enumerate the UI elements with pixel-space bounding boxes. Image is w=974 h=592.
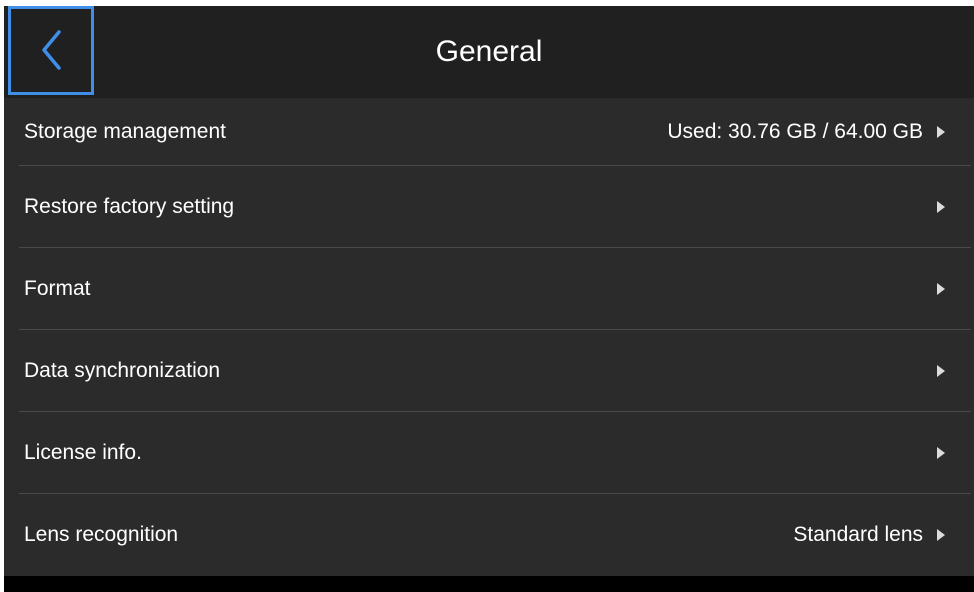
setting-row-restore-factory[interactable]: Restore factory setting — [19, 166, 971, 248]
settings-list: Storage management Used: 30.76 GB / 64.0… — [4, 98, 974, 576]
chevron-right-icon — [937, 125, 945, 138]
header-bar: General — [4, 6, 974, 98]
page-title: General — [435, 35, 543, 68]
setting-row-format[interactable]: Format — [19, 248, 971, 330]
storage-usage-value: Used: 30.76 GB / 64.00 GB — [667, 119, 923, 143]
chevron-right-icon — [937, 200, 945, 213]
setting-label: Restore factory setting — [24, 194, 235, 218]
back-button[interactable] — [8, 6, 94, 95]
chevron-right-icon — [937, 529, 945, 541]
chevron-right-icon — [937, 446, 945, 459]
lens-type-value: Standard lens — [793, 523, 923, 546]
setting-row-license-info[interactable]: License info. — [19, 412, 971, 494]
chevron-right-icon — [937, 282, 945, 295]
chevron-left-icon — [42, 30, 61, 70]
setting-row-storage-management[interactable]: Storage management Used: 30.76 GB / 64.0… — [19, 98, 971, 166]
setting-label: Data synchronization — [24, 358, 221, 382]
setting-label: Storage management — [24, 119, 226, 143]
chevron-right-icon — [937, 364, 945, 377]
setting-label: License info. — [24, 440, 142, 464]
setting-row-data-sync[interactable]: Data synchronization — [19, 330, 971, 412]
setting-label: Format — [24, 276, 91, 300]
settings-screen: General Storage management Used: 30.76 G… — [4, 6, 974, 592]
setting-row-lens-recognition[interactable]: Lens recognition Standard lens — [19, 494, 971, 576]
setting-label: Lens recognition — [24, 523, 179, 546]
